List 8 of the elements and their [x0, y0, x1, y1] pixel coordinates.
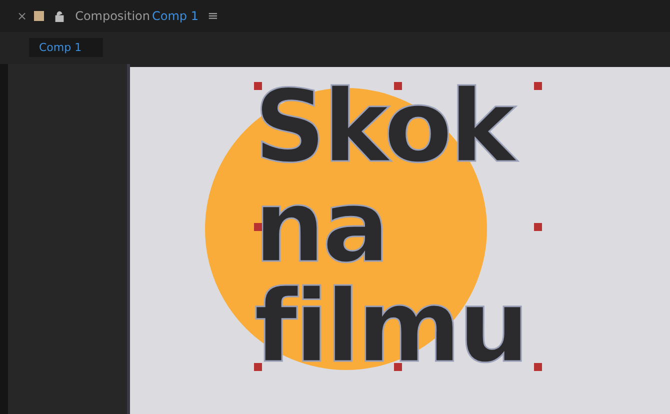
close-button[interactable]: × [17, 9, 28, 23]
title-text: na [254, 177, 388, 277]
menu-button[interactable]: ≡ [208, 8, 218, 24]
lock-icon[interactable] [55, 10, 64, 22]
panel-title: Composition [75, 9, 150, 23]
label-color-swatch[interactable] [34, 11, 44, 21]
comp-name: Comp 1 [152, 9, 198, 23]
comp-tab[interactable]: Comp 1 [29, 38, 103, 56]
